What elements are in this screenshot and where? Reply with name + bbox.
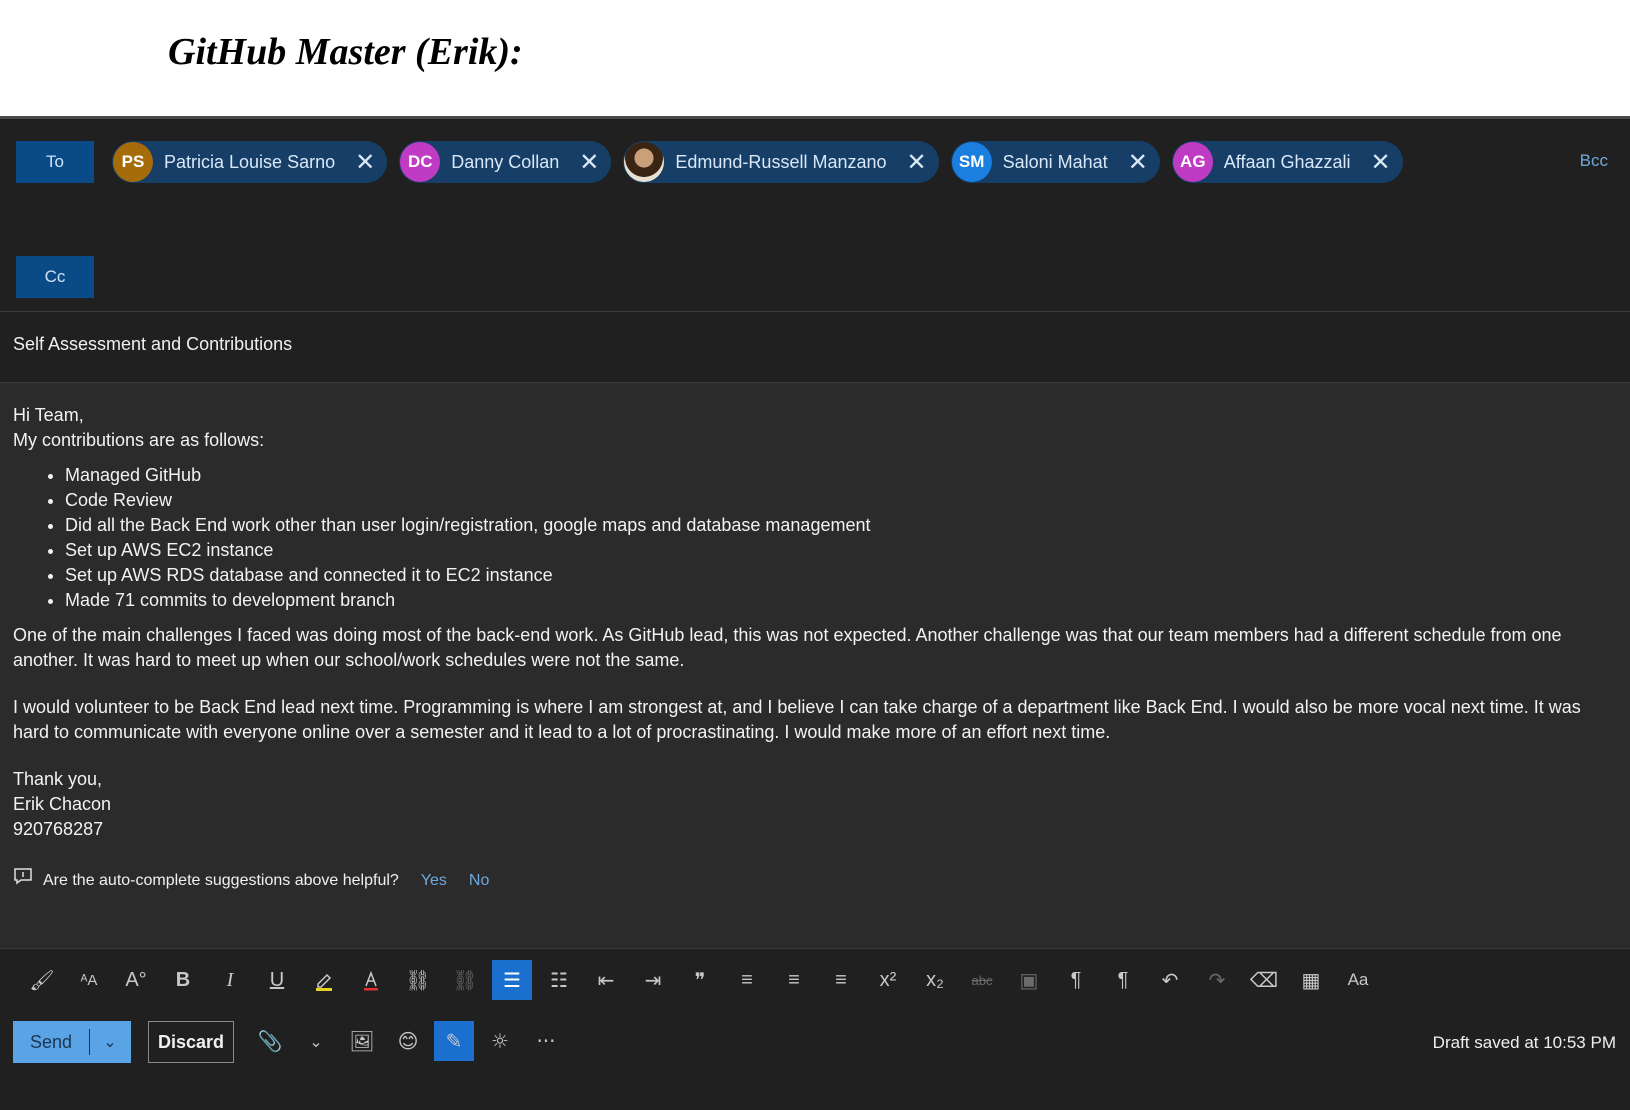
list-item: Set up AWS RDS database and connected it…: [65, 563, 1613, 588]
feedback-icon: [13, 867, 33, 893]
chevron-down-icon[interactable]: ⌄: [90, 1032, 130, 1052]
redo-icon[interactable]: ↷: [1197, 960, 1237, 1000]
ltr-icon[interactable]: ¶: [1056, 960, 1096, 1000]
subject-field[interactable]: Self Assessment and Contributions: [0, 312, 1630, 383]
undo-icon[interactable]: ↶: [1150, 960, 1190, 1000]
list-item: Code Review: [65, 488, 1613, 513]
list-item: Managed GitHub: [65, 463, 1613, 488]
formatting-toolbar: 🖌 ᴬA A° B I U ⛓ ⛓ ☰ ☷ ⇤ ⇥ ❞ ≡ ≡ ≡ x² x₂ …: [0, 948, 1630, 1011]
rtl-icon[interactable]: ¶: [1103, 960, 1143, 1000]
document-title: GitHub Master (Erik):: [168, 31, 523, 73]
message-body: Hi Team, My contributions are as follows…: [13, 403, 1613, 842]
align-left-icon[interactable]: ≡: [727, 960, 767, 1000]
remove-link-icon[interactable]: ⛓: [445, 960, 485, 1000]
font-icon[interactable]: ᴬA: [69, 960, 109, 1000]
greeting: Hi Team,: [13, 405, 84, 425]
recipient-name: Danny Collan: [451, 151, 560, 172]
bold-icon[interactable]: B: [163, 960, 203, 1000]
list-item: Did all the Back End work other than use…: [65, 513, 1613, 538]
contributions-list: Managed GitHub Code Review Did all the B…: [13, 463, 1613, 613]
chevron-down-icon[interactable]: ⌄: [296, 1021, 336, 1061]
image-icon[interactable]: ▣: [1009, 960, 1049, 1000]
format-painter-icon[interactable]: 🖌: [22, 960, 62, 1000]
cc-button[interactable]: Cc: [16, 256, 94, 298]
bcc-link[interactable]: Bcc: [1580, 151, 1608, 171]
to-row: To PS Patricia Louise Sarno ✕ DC Danny C…: [0, 116, 1630, 242]
recipient-chip[interactable]: SM Saloni Mahat ✕: [950, 141, 1160, 183]
recipient-chip[interactable]: Edmund-Russell Manzano ✕: [623, 141, 939, 183]
recipient-chip[interactable]: DC Danny Collan ✕: [399, 141, 612, 183]
feedback-no-link[interactable]: No: [469, 868, 489, 893]
align-right-icon[interactable]: ≡: [821, 960, 861, 1000]
more-options-icon[interactable]: ···: [526, 1021, 566, 1061]
decrease-indent-icon[interactable]: ⇤: [586, 960, 626, 1000]
action-icons: 📎 ⌄ 🖼 😊 ✎ ☼ ···: [250, 1021, 566, 1061]
list-item: Set up AWS EC2 instance: [65, 538, 1613, 563]
insert-picture-icon[interactable]: 🖼: [342, 1021, 382, 1061]
avatar: DC: [400, 142, 441, 182]
remove-recipient-icon[interactable]: ✕: [1128, 150, 1148, 174]
signature-name: Erik Chacon: [13, 794, 112, 814]
link-icon[interactable]: ⛓: [398, 960, 438, 1000]
paragraph-next-time: I would volunteer to be Back End lead ne…: [13, 697, 1581, 742]
remove-recipient-icon[interactable]: ✕: [907, 150, 927, 174]
send-button[interactable]: Send ⌄: [13, 1021, 131, 1063]
underline-icon[interactable]: U: [257, 960, 297, 1000]
remove-recipient-icon[interactable]: ✕: [1371, 150, 1391, 174]
send-label: Send: [29, 1031, 73, 1052]
action-bar: Send ⌄ Discard 📎 ⌄ 🖼 😊 ✎ ☼ ··· Draft sav…: [0, 1011, 1630, 1074]
font-color-icon[interactable]: [351, 960, 391, 1000]
recipient-name: Saloni Mahat: [1002, 151, 1108, 172]
discard-button[interactable]: Discard: [148, 1021, 234, 1063]
editor-icon[interactable]: ✎: [434, 1021, 474, 1061]
immersive-icon[interactable]: ☼: [480, 1021, 520, 1061]
table-icon[interactable]: ▦: [1291, 960, 1331, 1000]
recipient-name: Edmund-Russell Manzano: [675, 151, 887, 172]
font-size-icon[interactable]: A°: [116, 960, 156, 1000]
autocomplete-feedback: Are the auto-complete suggestions above …: [13, 867, 489, 893]
email-compose-window: To PS Patricia Louise Sarno ✕ DC Danny C…: [0, 116, 1630, 1110]
strikethrough-icon[interactable]: abc: [962, 960, 1002, 1000]
numbering-icon[interactable]: ☷: [539, 960, 579, 1000]
feedback-question: Are the auto-complete suggestions above …: [43, 871, 399, 889]
attach-icon[interactable]: 📎: [250, 1021, 290, 1061]
remove-recipient-icon[interactable]: ✕: [355, 150, 375, 174]
bullets-icon[interactable]: ☰: [492, 960, 532, 1000]
draft-status: Draft saved at 10:53 PM: [1432, 1033, 1616, 1052]
highlight-icon[interactable]: [304, 960, 344, 1000]
avatar-photo: [624, 142, 665, 182]
signature-id: 920768287: [13, 819, 104, 839]
italic-icon[interactable]: I: [210, 960, 250, 1000]
to-button[interactable]: To: [16, 141, 94, 183]
document-header: GitHub Master (Erik):: [0, 0, 1630, 116]
align-center-icon[interactable]: ≡: [774, 960, 814, 1000]
recipient-name: Patricia Louise Sarno: [164, 151, 336, 172]
more-formats-icon[interactable]: Aa: [1338, 960, 1378, 1000]
cc-row: Cc: [0, 238, 1630, 312]
recipient-name: Affaan Ghazzali: [1223, 151, 1351, 172]
feedback-yes-link[interactable]: Yes: [421, 868, 447, 893]
paragraph-challenges: One of the main challenges I faced was d…: [13, 625, 1562, 670]
footer-fill: [0, 1073, 1630, 1110]
closing: Thank you,: [13, 769, 103, 789]
clear-formatting-icon[interactable]: ⌫: [1244, 960, 1284, 1000]
avatar: SM: [951, 142, 992, 182]
subject-text: Self Assessment and Contributions: [13, 334, 293, 354]
avatar: PS: [113, 142, 153, 182]
list-item: Made 71 commits to development branch: [65, 588, 1613, 613]
avatar: AG: [1172, 142, 1213, 182]
recipient-chip[interactable]: AG Affaan Ghazzali ✕: [1171, 141, 1403, 183]
recipient-chips: PS Patricia Louise Sarno ✕ DC Danny Coll…: [112, 141, 1403, 183]
intro-line: My contributions are as follows:: [13, 430, 265, 450]
message-body-editor[interactable]: Hi Team, My contributions are as follows…: [0, 383, 1630, 948]
quote-icon[interactable]: ❞: [680, 960, 720, 1000]
superscript-icon[interactable]: x²: [868, 960, 908, 1000]
increase-indent-icon[interactable]: ⇥: [633, 960, 673, 1000]
emoji-icon[interactable]: 😊: [388, 1021, 428, 1061]
subscript-icon[interactable]: x₂: [915, 960, 955, 1000]
recipient-chip[interactable]: PS Patricia Louise Sarno ✕: [112, 141, 388, 183]
remove-recipient-icon[interactable]: ✕: [579, 150, 599, 174]
